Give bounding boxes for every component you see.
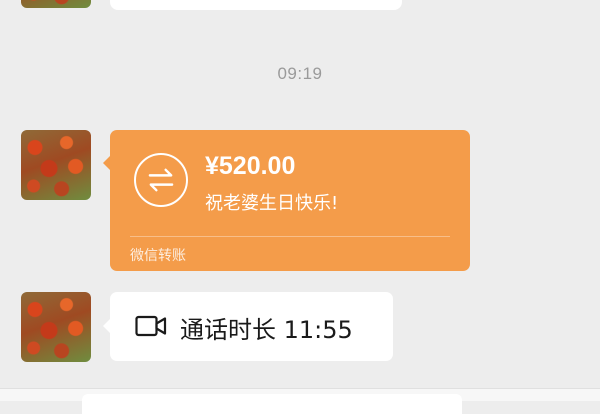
call-record-bubble[interactable]: 通话时长 11:55 xyxy=(103,292,393,361)
avatar[interactable] xyxy=(21,0,91,8)
message-input-field[interactable] xyxy=(82,394,462,414)
avatar[interactable] xyxy=(21,292,91,362)
transfer-note: 祝老婆生日快乐! xyxy=(205,193,339,214)
message-timestamp: 09:19 xyxy=(277,64,323,83)
avatar[interactable] xyxy=(21,130,91,200)
divider xyxy=(130,236,450,237)
transfer-amount: ¥520.00 xyxy=(205,152,296,180)
transfer-arrows-icon xyxy=(134,153,188,207)
message-bubble[interactable] xyxy=(110,0,402,10)
transfer-message-bubble[interactable]: ¥520.00 祝老婆生日快乐! 微信转账 xyxy=(103,130,470,271)
video-call-icon xyxy=(135,315,167,337)
call-duration-text: 通话时长 11:55 xyxy=(180,316,353,344)
transfer-source-label: 微信转账 xyxy=(130,248,186,264)
